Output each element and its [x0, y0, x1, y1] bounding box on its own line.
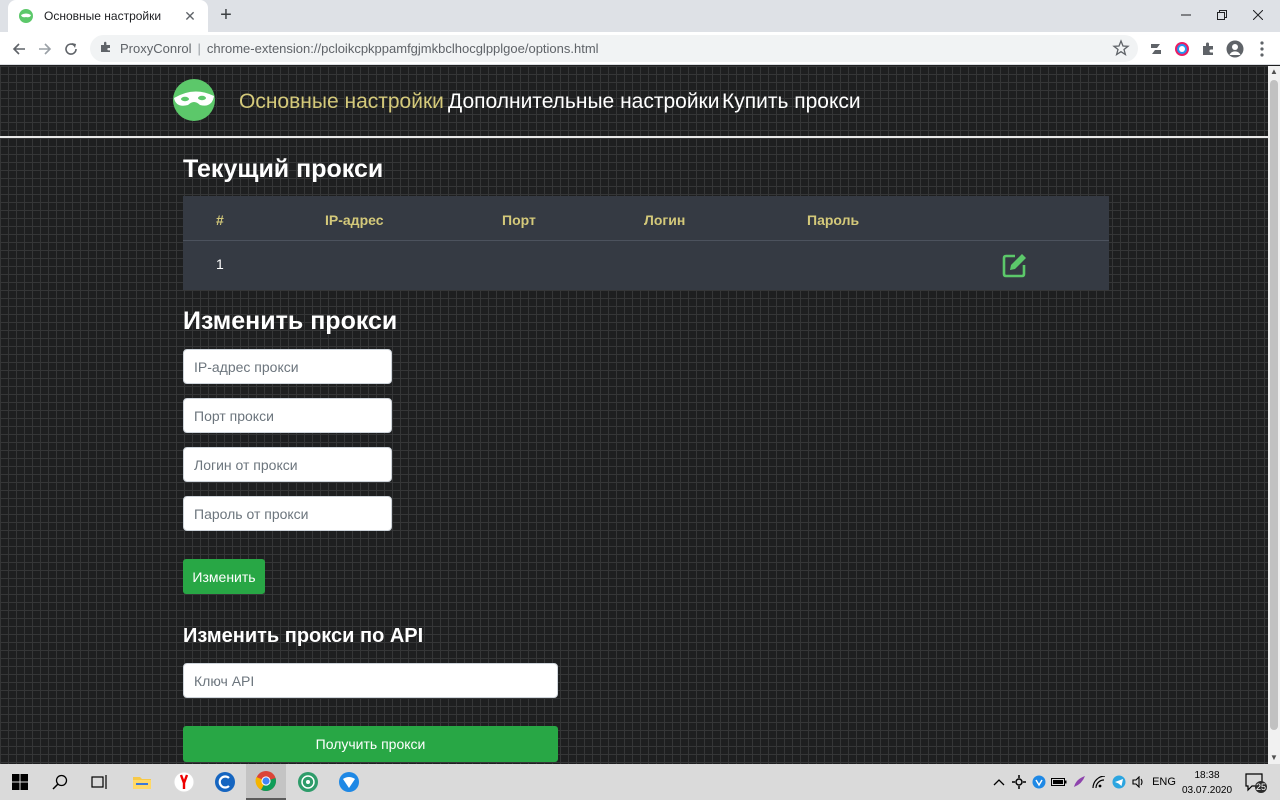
column-header-login: Логин	[644, 212, 686, 228]
color-extension-icon[interactable]	[1172, 39, 1192, 59]
menu-dots-icon[interactable]	[1252, 39, 1272, 59]
notification-count: 25	[1255, 782, 1266, 792]
current-proxy-table: # IP-адрес Порт Логин Пароль 1	[183, 196, 1109, 290]
extensions-puzzle-icon[interactable]	[1199, 39, 1219, 59]
windows-taskbar: ENG 18:38 03.07.2020 25	[0, 764, 1280, 800]
scroll-down-arrow-icon[interactable]: ▼	[1268, 752, 1280, 764]
tray-telegram-icon[interactable]	[1110, 764, 1128, 800]
bookmark-star-icon[interactable]	[1112, 39, 1130, 57]
nav-buy-proxy[interactable]: Купить прокси	[722, 90, 861, 114]
new-tab-button[interactable]: +	[215, 4, 237, 26]
browser-toolbar: ProxyConrol | chrome-extension://pcloikc…	[0, 32, 1280, 65]
url-separator: |	[197, 41, 201, 56]
reload-icon[interactable]	[60, 38, 82, 60]
notification-center-icon[interactable]: 25	[1244, 772, 1268, 794]
proxy-port-input[interactable]	[183, 398, 392, 433]
green-app-icon[interactable]	[288, 764, 328, 800]
column-header-ip: IP-адрес	[325, 212, 384, 228]
file-explorer-icon[interactable]	[122, 764, 162, 800]
edit-proxy-heading: Изменить прокси	[183, 307, 398, 335]
ccleaner-icon[interactable]	[205, 764, 245, 800]
browser-tab[interactable]: Основные настройки ✕	[8, 0, 208, 32]
column-header-port: Порт	[502, 212, 536, 228]
forward-arrow-icon[interactable]	[34, 38, 56, 60]
api-heading: Изменить прокси по API	[183, 625, 424, 647]
scroll-up-arrow-icon[interactable]: ▲	[1268, 66, 1280, 78]
proxy-mask-logo-icon[interactable]	[170, 78, 218, 122]
extension-favicon-icon	[18, 8, 34, 24]
browser-tab-strip: Основные настройки ✕ +	[0, 0, 1280, 32]
blue-app-icon[interactable]	[329, 764, 369, 800]
search-icon[interactable]	[40, 764, 80, 800]
address-bar[interactable]: ProxyConrol | chrome-extension://pcloikc…	[90, 35, 1138, 62]
tray-overflow-chevron-icon[interactable]	[990, 764, 1008, 800]
task-view-icon[interactable]	[80, 764, 120, 800]
get-proxy-button[interactable]: Получить прокси	[183, 726, 558, 762]
change-proxy-button[interactable]: Изменить	[183, 559, 265, 594]
restore-button[interactable]	[1204, 0, 1240, 30]
profile-avatar-icon[interactable]	[1225, 39, 1245, 59]
nav-main-settings[interactable]: Основные настройки	[239, 90, 444, 114]
clock-date: 03.07.2020	[1181, 785, 1233, 796]
tray-volume-icon[interactable]	[1130, 764, 1148, 800]
clock-time: 18:38	[1194, 770, 1220, 781]
page-scrollbar[interactable]: ▲ ▼	[1268, 66, 1280, 764]
proxy-password-input[interactable]	[183, 496, 392, 531]
tray-wifi-icon[interactable]	[1090, 764, 1108, 800]
nav-advanced-settings[interactable]: Дополнительные настройки	[448, 90, 719, 114]
url-text: chrome-extension://pcloikcpkppamfgjmkbcl…	[206, 41, 599, 56]
minimize-button[interactable]	[1168, 0, 1204, 30]
close-window-button[interactable]	[1240, 0, 1276, 30]
api-key-input[interactable]	[183, 663, 558, 698]
windows-start-icon[interactable]	[0, 764, 40, 800]
tray-vpn-icon[interactable]	[1030, 764, 1048, 800]
proxy-extension-icon[interactable]	[1146, 39, 1166, 59]
column-header-password: Пароль	[807, 212, 860, 228]
yandex-browser-icon[interactable]	[164, 764, 204, 800]
chrome-icon[interactable]	[246, 764, 286, 800]
current-proxy-heading: Текущий прокси	[183, 155, 384, 183]
row-number-cell: 1	[216, 256, 224, 272]
tray-settings-icon[interactable]	[1010, 764, 1028, 800]
scroll-thumb[interactable]	[1270, 80, 1278, 730]
tray-battery-icon[interactable]	[1050, 764, 1068, 800]
site-name: ProxyConrol	[120, 41, 192, 56]
tab-close-icon[interactable]: ✕	[182, 8, 198, 25]
clock[interactable]: 18:38 03.07.2020	[1180, 768, 1234, 798]
site-header: Основные настройки Дополнительные настро…	[0, 66, 1268, 138]
table-divider	[183, 240, 1109, 241]
tray-feather-icon[interactable]	[1070, 764, 1088, 800]
tab-title: Основные настройки	[44, 9, 162, 23]
column-header-number: #	[216, 212, 224, 228]
proxy-login-input[interactable]	[183, 447, 392, 482]
back-arrow-icon[interactable]	[8, 38, 30, 60]
page-viewport: Основные настройки Дополнительные настро…	[0, 66, 1268, 764]
edit-icon[interactable]	[1002, 252, 1028, 278]
proxy-ip-input[interactable]	[183, 349, 392, 384]
input-language[interactable]: ENG	[1150, 764, 1178, 800]
puzzle-icon	[100, 40, 112, 58]
header-divider	[0, 136, 1268, 138]
